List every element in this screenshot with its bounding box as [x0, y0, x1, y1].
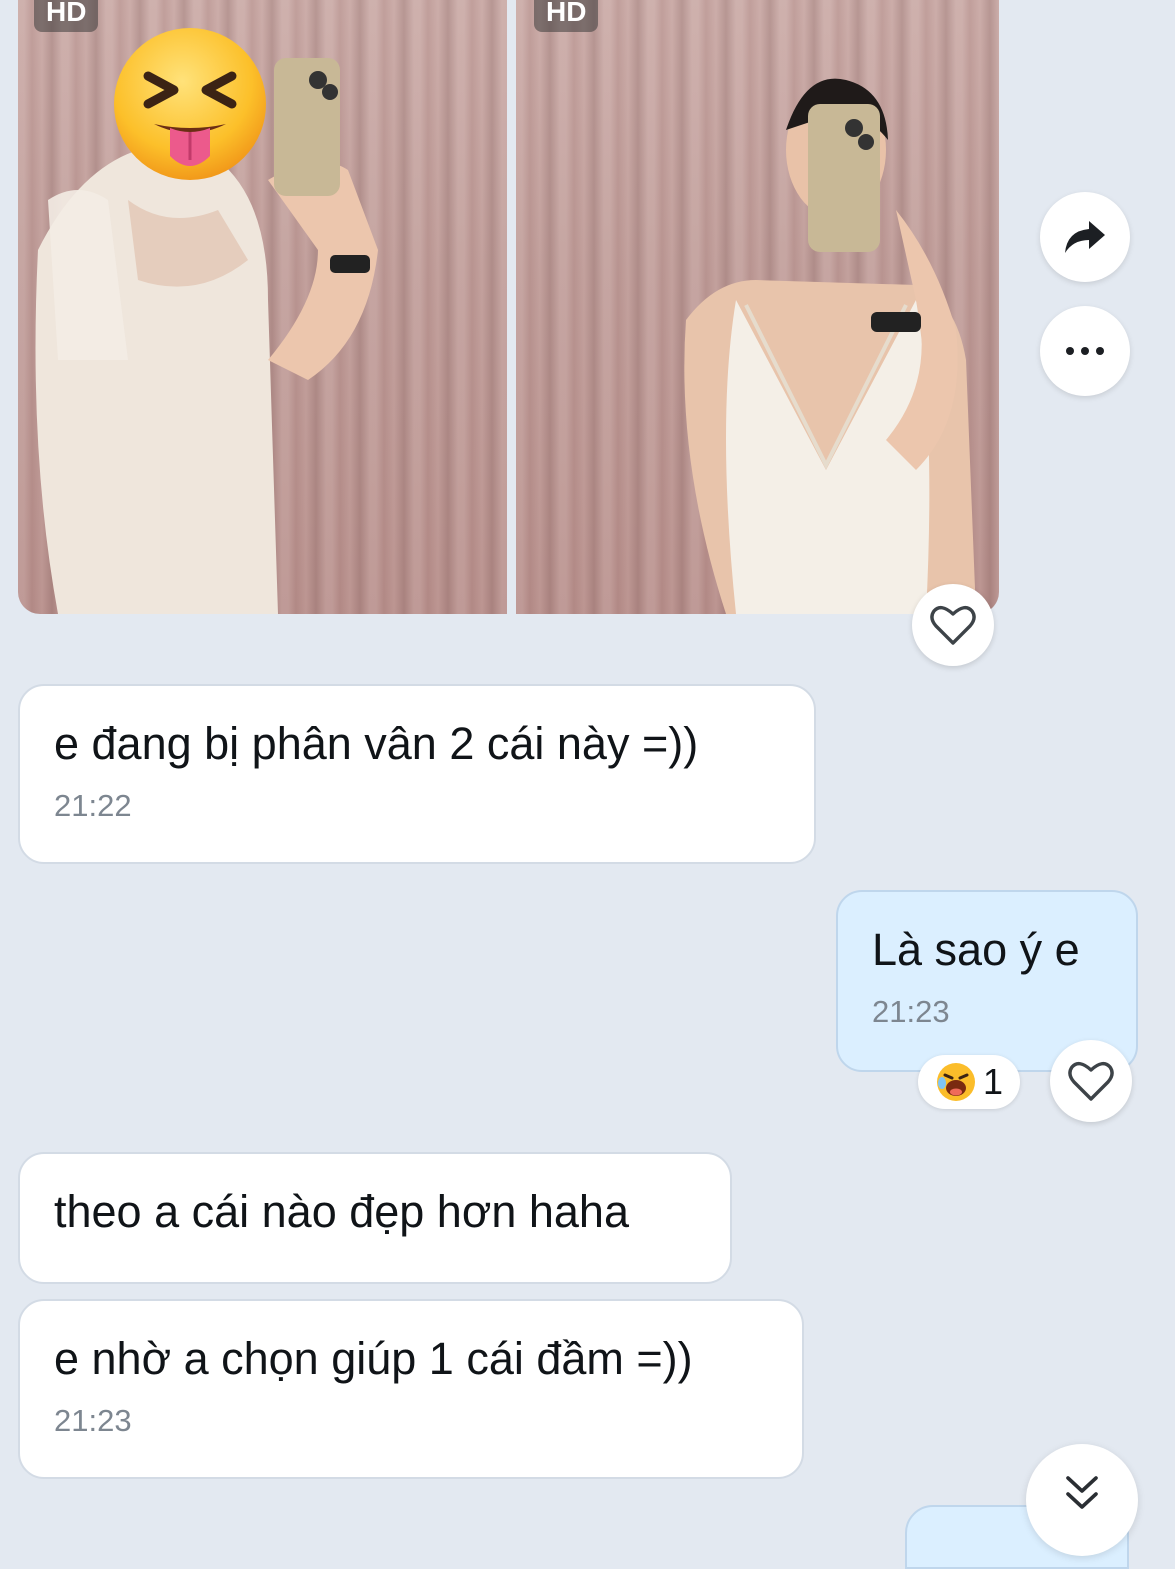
message-text: e nhờ a chọn giúp 1 cái đầm =))	[54, 1333, 693, 1384]
message-text: theo a cái nào đẹp hơn haha	[54, 1186, 629, 1237]
react-heart-button[interactable]	[1050, 1040, 1132, 1122]
message-text: Là sao ý e	[872, 924, 1080, 975]
share-button[interactable]	[1040, 192, 1130, 282]
message-time: 21:22	[54, 788, 132, 823]
scroll-to-bottom-button[interactable]	[1026, 1444, 1138, 1556]
share-arrow-icon	[1065, 221, 1105, 253]
photo-right[interactable]: HD	[516, 0, 999, 614]
photo-right-figure	[684, 78, 976, 614]
message-text: e đang bị phân vân 2 cái này =))	[54, 718, 699, 769]
react-heart-button[interactable]	[912, 584, 994, 666]
reaction-count: 1	[982, 1061, 1004, 1102]
hd-badge: HD	[534, 0, 599, 32]
more-dots-icon	[1066, 347, 1104, 355]
double-chevron-down-icon	[1066, 1476, 1098, 1509]
message-time: 21:23	[872, 994, 950, 1029]
message-time: 21:23	[54, 1403, 132, 1438]
reaction-summary[interactable]: 1	[918, 1055, 1020, 1109]
laughing-emoji-icon	[936, 1063, 975, 1101]
message-bubble-received[interactable]: theo a cái nào đẹp hơn haha	[18, 1152, 732, 1284]
photo-left[interactable]: HD	[18, 0, 507, 614]
heart-outline-icon	[930, 605, 976, 645]
message-bubble-received[interactable]: e nhờ a chọn giúp 1 cái đầm =)) 21:23	[18, 1299, 804, 1479]
heart-outline-icon	[1068, 1061, 1114, 1101]
message-bubble-received[interactable]: e đang bị phân vân 2 cái này =)) 21:22	[18, 684, 816, 864]
more-options-button[interactable]	[1040, 306, 1130, 396]
tongue-out-emoji	[114, 28, 266, 180]
hd-badge: HD	[34, 0, 99, 32]
